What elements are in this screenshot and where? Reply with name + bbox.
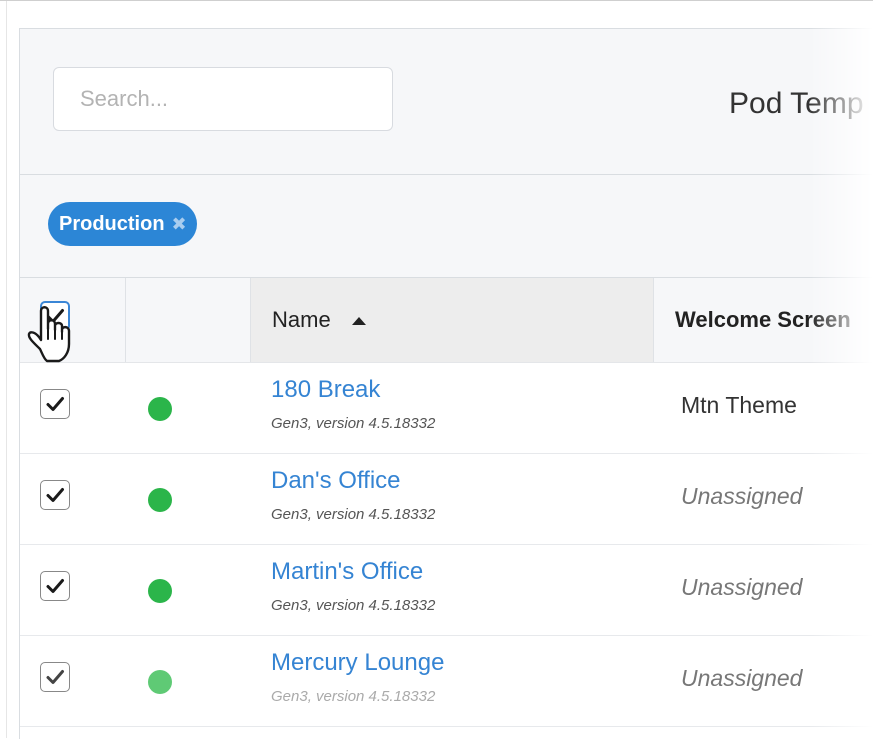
sort-ascending-icon[interactable] [352, 317, 366, 325]
pod-name-link[interactable]: Dan's Office [271, 467, 401, 495]
status-online-icon [148, 397, 172, 421]
column-divider [250, 278, 251, 362]
pod-version: Gen3, version 4.5.18332 [271, 506, 436, 523]
status-online-icon [148, 670, 172, 694]
table-row[interactable]: Mercury Lounge Gen3, version 4.5.18332 U… [20, 636, 873, 727]
row-checkbox[interactable] [40, 662, 70, 692]
pods-panel: Pod Temp Production ✖ Name Welcome Scree… [19, 28, 873, 739]
name-header-label[interactable]: Name [272, 307, 331, 333]
checkmark-icon [46, 397, 64, 411]
table-header: Name Welcome Screen [20, 278, 873, 363]
table-row[interactable]: 180 Break Gen3, version 4.5.18332 Mtn Th… [20, 363, 873, 454]
pod-version: Gen3, version 4.5.18332 [271, 597, 436, 614]
table-row[interactable]: Martin's Office Gen3, version 4.5.18332 … [20, 545, 873, 636]
filter-bar: Production ✖ [20, 175, 873, 278]
checkmark-icon [46, 488, 64, 502]
window-border-top [0, 0, 873, 1]
welcome-screen-value: Unassigned [681, 665, 803, 691]
checkmark-icon [46, 579, 64, 593]
status-online-icon [148, 579, 172, 603]
welcome-screen-value: Unassigned [681, 574, 803, 600]
pod-version: Gen3, version 4.5.18332 [271, 415, 436, 432]
close-icon[interactable]: ✖ [172, 214, 187, 235]
pod-name-link[interactable]: 180 Break [271, 376, 380, 404]
row-checkbox[interactable] [40, 389, 70, 419]
page-title: Pod Temp [729, 87, 864, 120]
column-divider [653, 278, 654, 362]
window-border-left [6, 1, 7, 738]
filter-chip-label: Production [59, 212, 165, 235]
search-input[interactable] [53, 67, 393, 131]
welcome-screen-value: Mtn Theme [681, 392, 797, 418]
pod-name-link[interactable]: Mercury Lounge [271, 649, 444, 677]
table-row[interactable]: Dan's Office Gen3, version 4.5.18332 Una… [20, 454, 873, 545]
hand-pointer-cursor-icon [27, 306, 71, 363]
welcome-screen-value: Unassigned [681, 483, 803, 509]
row-checkbox[interactable] [40, 571, 70, 601]
filter-chip-production[interactable]: Production ✖ [48, 202, 197, 246]
pod-version: Gen3, version 4.5.18332 [271, 688, 436, 705]
checkmark-icon [46, 670, 64, 684]
toolbar: Pod Temp [20, 29, 873, 175]
status-online-icon [148, 488, 172, 512]
welcome-screen-header-label[interactable]: Welcome Screen [675, 307, 851, 333]
column-divider [125, 278, 126, 362]
pod-name-link[interactable]: Martin's Office [271, 558, 423, 586]
row-checkbox[interactable] [40, 480, 70, 510]
